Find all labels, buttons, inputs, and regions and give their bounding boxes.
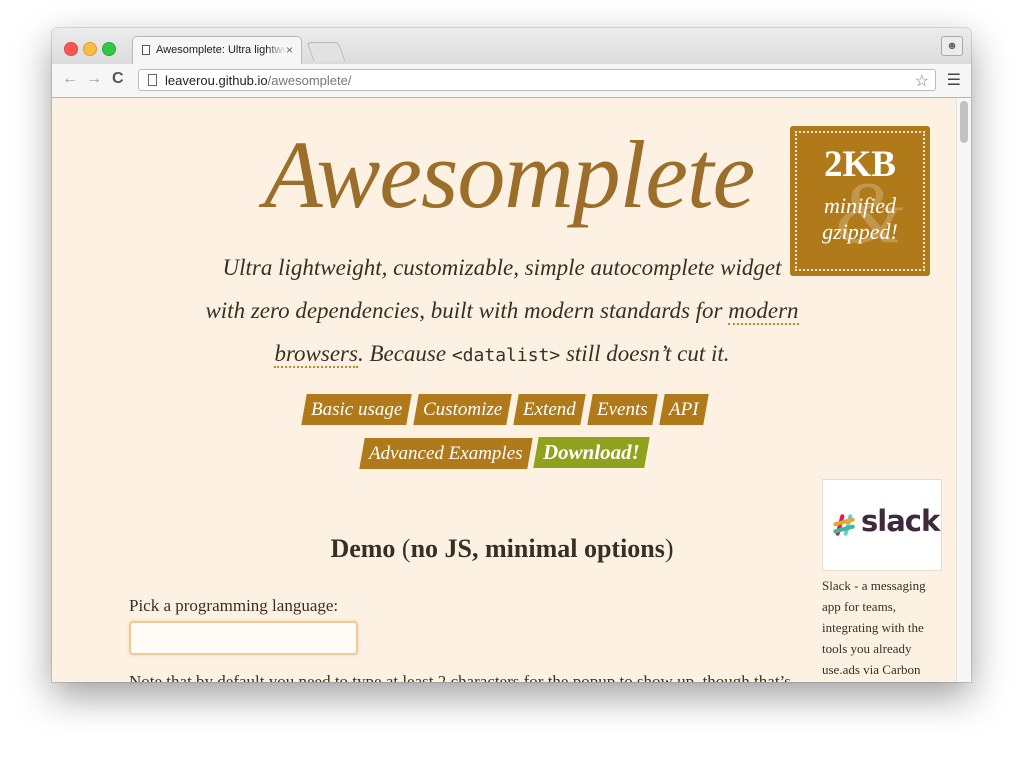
page-icon [148, 74, 157, 86]
nav-extend[interactable]: Extend [513, 394, 586, 425]
forward-arrow-icon[interactable]: → [86, 70, 102, 88]
language-field-label: Pick a programming language: [129, 596, 339, 615]
slack-logo-icon [833, 514, 855, 536]
badge-border: & 2KB minified gzipped! [795, 131, 925, 271]
title-bar: Awesomplete: Ultra lightweight, customiz… [52, 28, 971, 64]
badge-minified: minified [823, 193, 897, 218]
nav-row-primary: Basic usage Customize Extend Events API [52, 394, 957, 425]
ad-text[interactable]: Slack - a messaging app for teams, integ… [822, 575, 940, 680]
nav-api[interactable]: API [659, 394, 709, 425]
tagline-text-3: still doesn’t cut it. [560, 341, 730, 366]
browser-toolbar: ← → C leaverou.github.io/awesomplete/ ☆ … [52, 64, 971, 98]
page-scrollbar[interactable] [956, 98, 971, 682]
menu-icon[interactable]: ☰ [947, 70, 961, 90]
reload-icon[interactable]: C [112, 70, 124, 88]
address-bar[interactable]: leaverou.github.io/awesomplete/ ☆ [138, 69, 936, 91]
browser-window: Awesomplete: Ultra lightweight, customiz… [52, 28, 971, 682]
tab-close-icon[interactable]: × [286, 43, 293, 57]
url-text: leaverou.github.io/awesomplete/ [165, 73, 352, 88]
nav-customize[interactable]: Customize [413, 394, 512, 425]
download-button[interactable]: Download! [533, 437, 650, 468]
profile-icon[interactable]: ☻ [941, 36, 963, 56]
star-icon[interactable]: ☆ [915, 71, 929, 91]
tagline-text-1: Ultra lightweight, customizable, simple … [205, 255, 782, 323]
nav-advanced-examples[interactable]: Advanced Examples [359, 438, 533, 469]
minimize-window-button[interactable] [83, 42, 97, 56]
slack-wordmark: slack [861, 504, 940, 538]
page-icon [142, 45, 150, 55]
demo-heading: Demo (no JS, minimal options) [330, 534, 674, 563]
nav-basic-usage[interactable]: Basic usage [300, 394, 412, 425]
tagline-text-2: . Because [357, 341, 452, 366]
badge-size: 2KB [824, 144, 896, 185]
maximize-window-button[interactable] [102, 42, 116, 56]
scroll-thumb[interactable] [960, 101, 968, 143]
nav-events[interactable]: Events [587, 394, 658, 425]
new-tab-button[interactable] [306, 42, 346, 61]
browser-tab[interactable]: Awesomplete: Ultra lightweight, customiz… [132, 36, 302, 64]
site-logo: Awesomplete [264, 121, 755, 228]
datalist-code: <datalist> [451, 345, 561, 366]
badge-gzipped: gzipped! [822, 219, 898, 244]
ad-image[interactable]: slack [822, 479, 942, 571]
language-input[interactable] [129, 621, 358, 655]
back-arrow-icon[interactable]: ← [62, 70, 78, 88]
tagline: Ultra lightweight, customizable, simple … [202, 246, 802, 377]
size-badge: & 2KB minified gzipped! [790, 126, 930, 276]
close-window-button[interactable] [64, 42, 78, 56]
nav-row-secondary: Advanced Examples Download! [52, 437, 957, 469]
page-viewport: Awesomplete & 2KB minified gzipped! Ultr… [52, 98, 971, 682]
demo-note-text: Note that by default you need to type at… [129, 672, 791, 682]
tab-title: Awesomplete: Ultra lightweight, customiz… [156, 44, 286, 56]
